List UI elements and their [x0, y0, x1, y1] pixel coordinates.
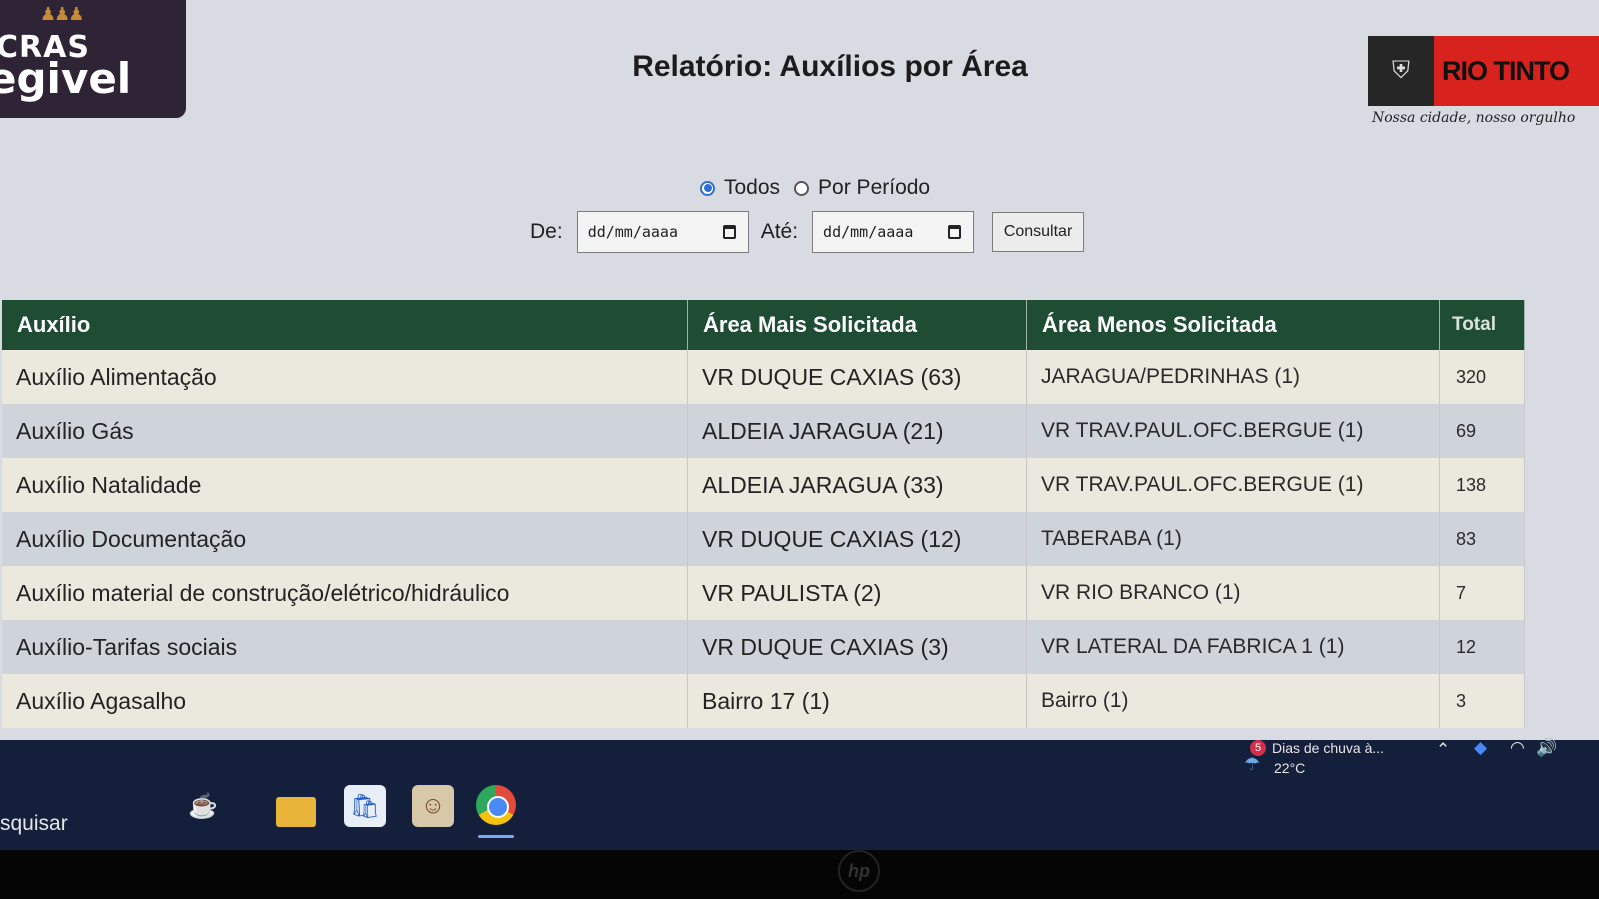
from-date-placeholder: dd/mm/aaaa — [587, 223, 678, 241]
rio-tinto-logo: ⛨ RIO TINTO Nossa cidade, nosso orgulho — [1368, 34, 1599, 134]
hp-logo-icon: hp — [838, 850, 880, 892]
widgets-icon[interactable]: ☕ — [182, 785, 224, 827]
column-header-area-menos: Área Menos Solicitada — [1026, 300, 1440, 350]
to-date-placeholder: dd/mm/aaaa — [823, 223, 914, 241]
calendar-icon[interactable] — [948, 225, 962, 239]
cell-area-mais: VR DUQUE CAXIAS (3) — [687, 620, 1027, 674]
cell-auxilio: Auxílio Agasalho — [2, 674, 688, 728]
cell-area-mais: VR DUQUE CAXIAS (12) — [687, 512, 1027, 566]
taskbar-search-box[interactable]: squisar — [0, 812, 68, 836]
table-row: Auxílio Gás ALDEIA JARAGUA (21) VR TRAV.… — [2, 404, 1525, 458]
column-header-total: Total — [1439, 300, 1525, 350]
rio-tinto-slogan: Nossa cidade, nosso orgulho — [1372, 110, 1576, 126]
cell-auxilio: Auxílio Alimentação — [2, 350, 688, 404]
windows-taskbar: squisar ☕ 🛍 ☺ 5 ☂ Dias de chuva à... 22°… — [0, 738, 1599, 850]
cell-area-mais: ALDEIA JARAGUA (33) — [687, 458, 1027, 512]
page-title: Relatório: Auxílios por Área — [632, 50, 1028, 83]
cell-auxilio: Auxílio-Tarifas sociais — [2, 620, 688, 674]
cell-auxilio: Auxílio Gás — [2, 404, 688, 458]
cell-total: 320 — [1439, 350, 1525, 404]
cell-area-menos: Bairro (1) — [1026, 674, 1440, 728]
cell-area-menos: VR RIO BRANCO (1) — [1026, 566, 1440, 620]
cras-logo-line2: egivel — [0, 54, 132, 103]
consultar-button[interactable]: Consultar — [992, 212, 1085, 252]
weather-temperature: 22°C — [1274, 760, 1306, 776]
wifi-icon[interactable]: ◠ — [1510, 738, 1525, 758]
city-emblem-icon: ⛨ — [1368, 36, 1434, 106]
chevron-up-icon[interactable]: ⌃ — [1436, 740, 1450, 760]
monitor-bezel: hp — [0, 850, 1599, 899]
cell-total: 83 — [1439, 512, 1525, 566]
table-row: Auxílio-Tarifas sociais VR DUQUE CAXIAS … — [2, 620, 1525, 674]
active-app-indicator — [478, 835, 514, 838]
cell-area-menos: VR LATERAL DA FABRICA 1 (1) — [1026, 620, 1440, 674]
radio-por-periodo[interactable] — [794, 180, 810, 196]
network-app-icon[interactable]: ◆ — [1474, 738, 1487, 758]
radio-por-periodo-label[interactable]: Por Período — [818, 176, 930, 200]
weather-text: Dias de chuva à... — [1272, 740, 1385, 756]
cell-area-menos: TABERABA (1) — [1026, 512, 1440, 566]
calendar-icon[interactable] — [722, 225, 736, 239]
column-header-auxilio: Auxílio — [2, 300, 688, 350]
table-row: Auxílio Natalidade ALDEIA JARAGUA (33) V… — [2, 458, 1525, 512]
table-header-row: Auxílio Área Mais Solicitada Área Menos … — [2, 300, 1525, 350]
period-filter: Todos Por Período — [700, 176, 944, 200]
cell-total: 69 — [1439, 404, 1525, 458]
rio-tinto-logo-name: RIO TINTO — [1434, 36, 1599, 106]
chrome-icon[interactable] — [476, 785, 516, 825]
table-row: Auxílio Alimentação VR DUQUE CAXIAS (63)… — [2, 350, 1525, 404]
cell-area-mais: VR DUQUE CAXIAS (63) — [687, 350, 1027, 404]
table-row: Auxílio Documentação VR DUQUE CAXIAS (12… — [2, 512, 1525, 566]
people-icon: ♟♟♟ — [40, 4, 84, 24]
table-row: Auxílio Agasalho Bairro 17 (1) Bairro (1… — [2, 674, 1525, 728]
column-header-area-mais: Área Mais Solicitada — [687, 300, 1027, 350]
cell-area-menos: VR TRAV.PAUL.OFC.BERGUE (1) — [1026, 404, 1440, 458]
volume-icon[interactable]: 🔊 — [1536, 738, 1557, 758]
cell-area-mais: VR PAULISTA (2) — [687, 566, 1027, 620]
from-label: De: — [530, 220, 563, 243]
cell-auxilio: Auxílio material de construção/elétrico/… — [2, 566, 688, 620]
to-date-input[interactable]: dd/mm/aaaa — [812, 211, 975, 253]
cell-total: 3 — [1439, 674, 1525, 728]
cell-auxilio: Auxílio Documentação — [2, 512, 688, 566]
cell-total: 12 — [1439, 620, 1525, 674]
radio-todos[interactable] — [700, 180, 715, 196]
cell-auxilio: Auxílio Natalidade — [2, 458, 688, 512]
game-icon[interactable]: ☺ — [412, 785, 454, 827]
table-row: Auxílio material de construção/elétrico/… — [2, 566, 1525, 620]
cell-area-menos: VR TRAV.PAUL.OFC.BERGUE (1) — [1026, 458, 1440, 512]
file-explorer-icon[interactable] — [276, 797, 316, 827]
to-label: Até: — [760, 220, 799, 243]
cell-area-menos: JARAGUA/PEDRINHAS (1) — [1026, 350, 1440, 404]
cell-area-mais: Bairro 17 (1) — [687, 674, 1027, 728]
date-range: De: dd/mm/aaaa Até: dd/mm/aaaa Consultar — [530, 210, 1085, 254]
cell-area-mais: ALDEIA JARAGUA (21) — [687, 404, 1027, 458]
radio-todos-label[interactable]: Todos — [724, 176, 780, 200]
cell-total: 138 — [1439, 458, 1525, 512]
cras-logo: ♟♟♟ CRAS egivel — [0, 0, 186, 118]
umbrella-icon: ☂ — [1244, 754, 1261, 774]
report-table: Auxílio Área Mais Solicitada Área Menos … — [2, 300, 1525, 728]
store-icon[interactable]: 🛍 — [344, 785, 386, 827]
from-date-input[interactable]: dd/mm/aaaa — [576, 211, 749, 253]
cell-total: 7 — [1439, 566, 1525, 620]
